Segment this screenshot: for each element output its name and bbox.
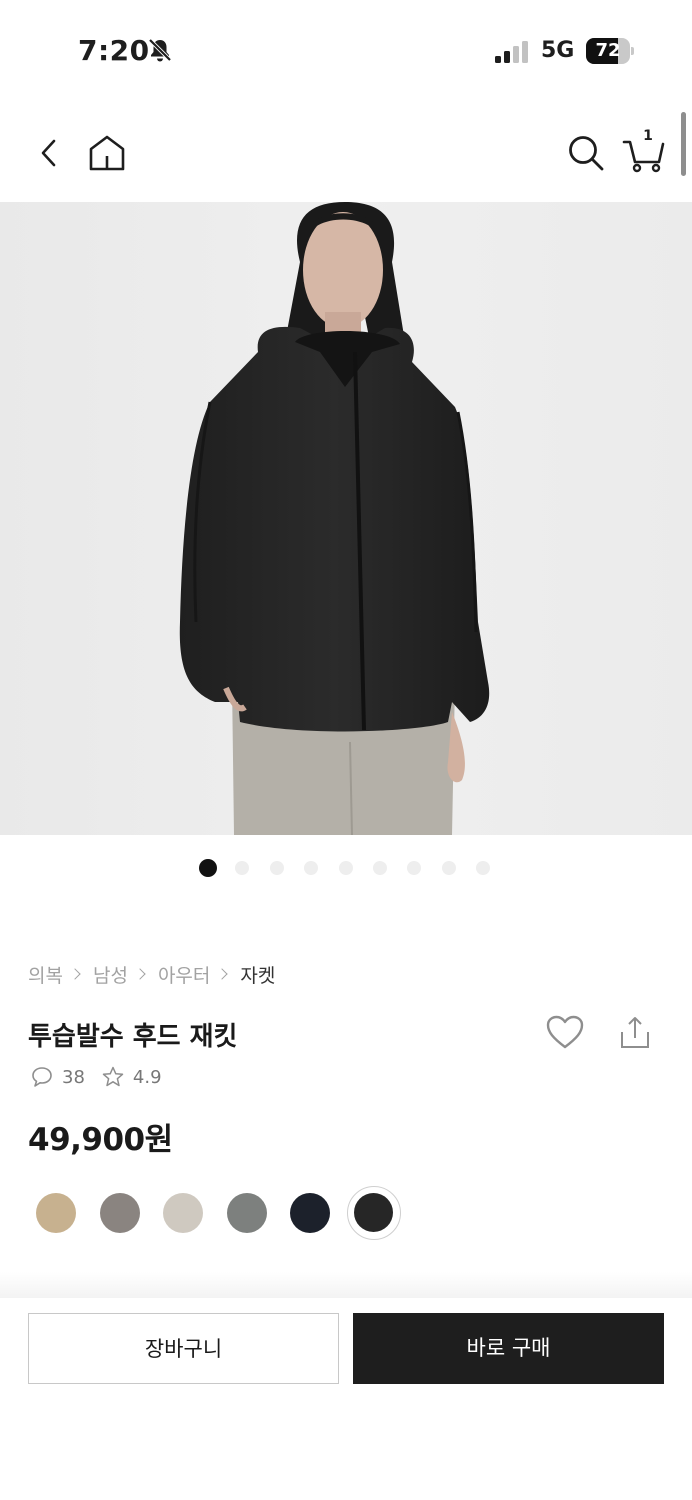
wishlist-button[interactable]: [545, 1014, 585, 1050]
status-bar: 7:20 5G 72: [0, 0, 692, 100]
carousel-dot[interactable]: [373, 861, 387, 875]
home-button[interactable]: [86, 133, 128, 173]
search-icon: [569, 136, 604, 171]
color-swatch[interactable]: [163, 1193, 203, 1233]
product-price: 49,900원: [28, 1122, 173, 1158]
breadcrumb-item-jacket[interactable]: 자켓: [240, 961, 275, 988]
chevron-right-icon: [216, 968, 229, 980]
color-swatch[interactable]: [36, 1193, 76, 1233]
color-swatch[interactable]: [346, 1186, 401, 1240]
carousel-dot[interactable]: [407, 861, 422, 875]
breadcrumb-item-men[interactable]: 남성: [93, 961, 128, 988]
share-icon: [621, 1017, 649, 1048]
review-summary[interactable]: 38 4.9: [30, 1064, 162, 1090]
color-options: [0, 1186, 692, 1242]
carousel-dot[interactable]: [304, 861, 319, 875]
color-swatch[interactable]: [226, 1193, 267, 1233]
speech-bubble-icon: [32, 1067, 52, 1087]
battery-percent: 72: [595, 40, 621, 61]
chevron-right-icon: [134, 968, 146, 980]
back-button[interactable]: [36, 136, 64, 170]
cart-button[interactable]: 1: [622, 128, 666, 174]
product-image[interactable]: [0, 202, 692, 835]
buy-now-button[interactable]: 바로 구매: [353, 1313, 664, 1384]
color-swatch[interactable]: [99, 1193, 140, 1233]
scrollbar-thumb[interactable]: [681, 112, 686, 176]
breadcrumb-item-clothing[interactable]: 의복: [28, 961, 63, 988]
star-icon: [102, 1066, 124, 1087]
carousel-dot[interactable]: [235, 861, 250, 875]
carousel-dot[interactable]: [338, 861, 353, 875]
review-count: 38: [62, 1066, 85, 1088]
carousel-dot[interactable]: [199, 859, 217, 877]
breadcrumb: 의복 남성 아우터 자켓: [28, 960, 275, 988]
cart-count-badge: 1: [643, 128, 653, 144]
carousel-dot[interactable]: [441, 861, 456, 875]
home-icon: [89, 135, 125, 171]
network-type: 5G: [541, 38, 575, 63]
rating-value: 4.9: [132, 1066, 162, 1088]
carousel-dot[interactable]: [269, 861, 284, 875]
battery-indicator: 72: [586, 38, 634, 64]
carousel-dot[interactable]: [476, 861, 491, 875]
product-title: 투습발수 후드 재킷: [28, 1022, 238, 1052]
status-time: 7:20: [78, 34, 150, 67]
bell-slash-icon: [148, 38, 172, 62]
cellular-signal-icon: [495, 41, 528, 63]
breadcrumb-item-outerwear[interactable]: 아우터: [158, 961, 210, 988]
chevron-left-icon: [41, 139, 56, 167]
search-button[interactable]: [566, 133, 606, 173]
chevron-right-icon: [69, 968, 81, 980]
share-button[interactable]: [618, 1014, 652, 1052]
top-nav-bar: 1: [0, 100, 692, 202]
bottom-action-bar: 장바구니 바로 구매: [0, 1298, 692, 1500]
section-divider: [0, 1272, 692, 1300]
image-carousel-dots[interactable]: [0, 859, 692, 880]
add-to-cart-button[interactable]: 장바구니: [28, 1313, 339, 1384]
heart-icon: [546, 1015, 584, 1049]
color-swatch[interactable]: [290, 1193, 330, 1233]
